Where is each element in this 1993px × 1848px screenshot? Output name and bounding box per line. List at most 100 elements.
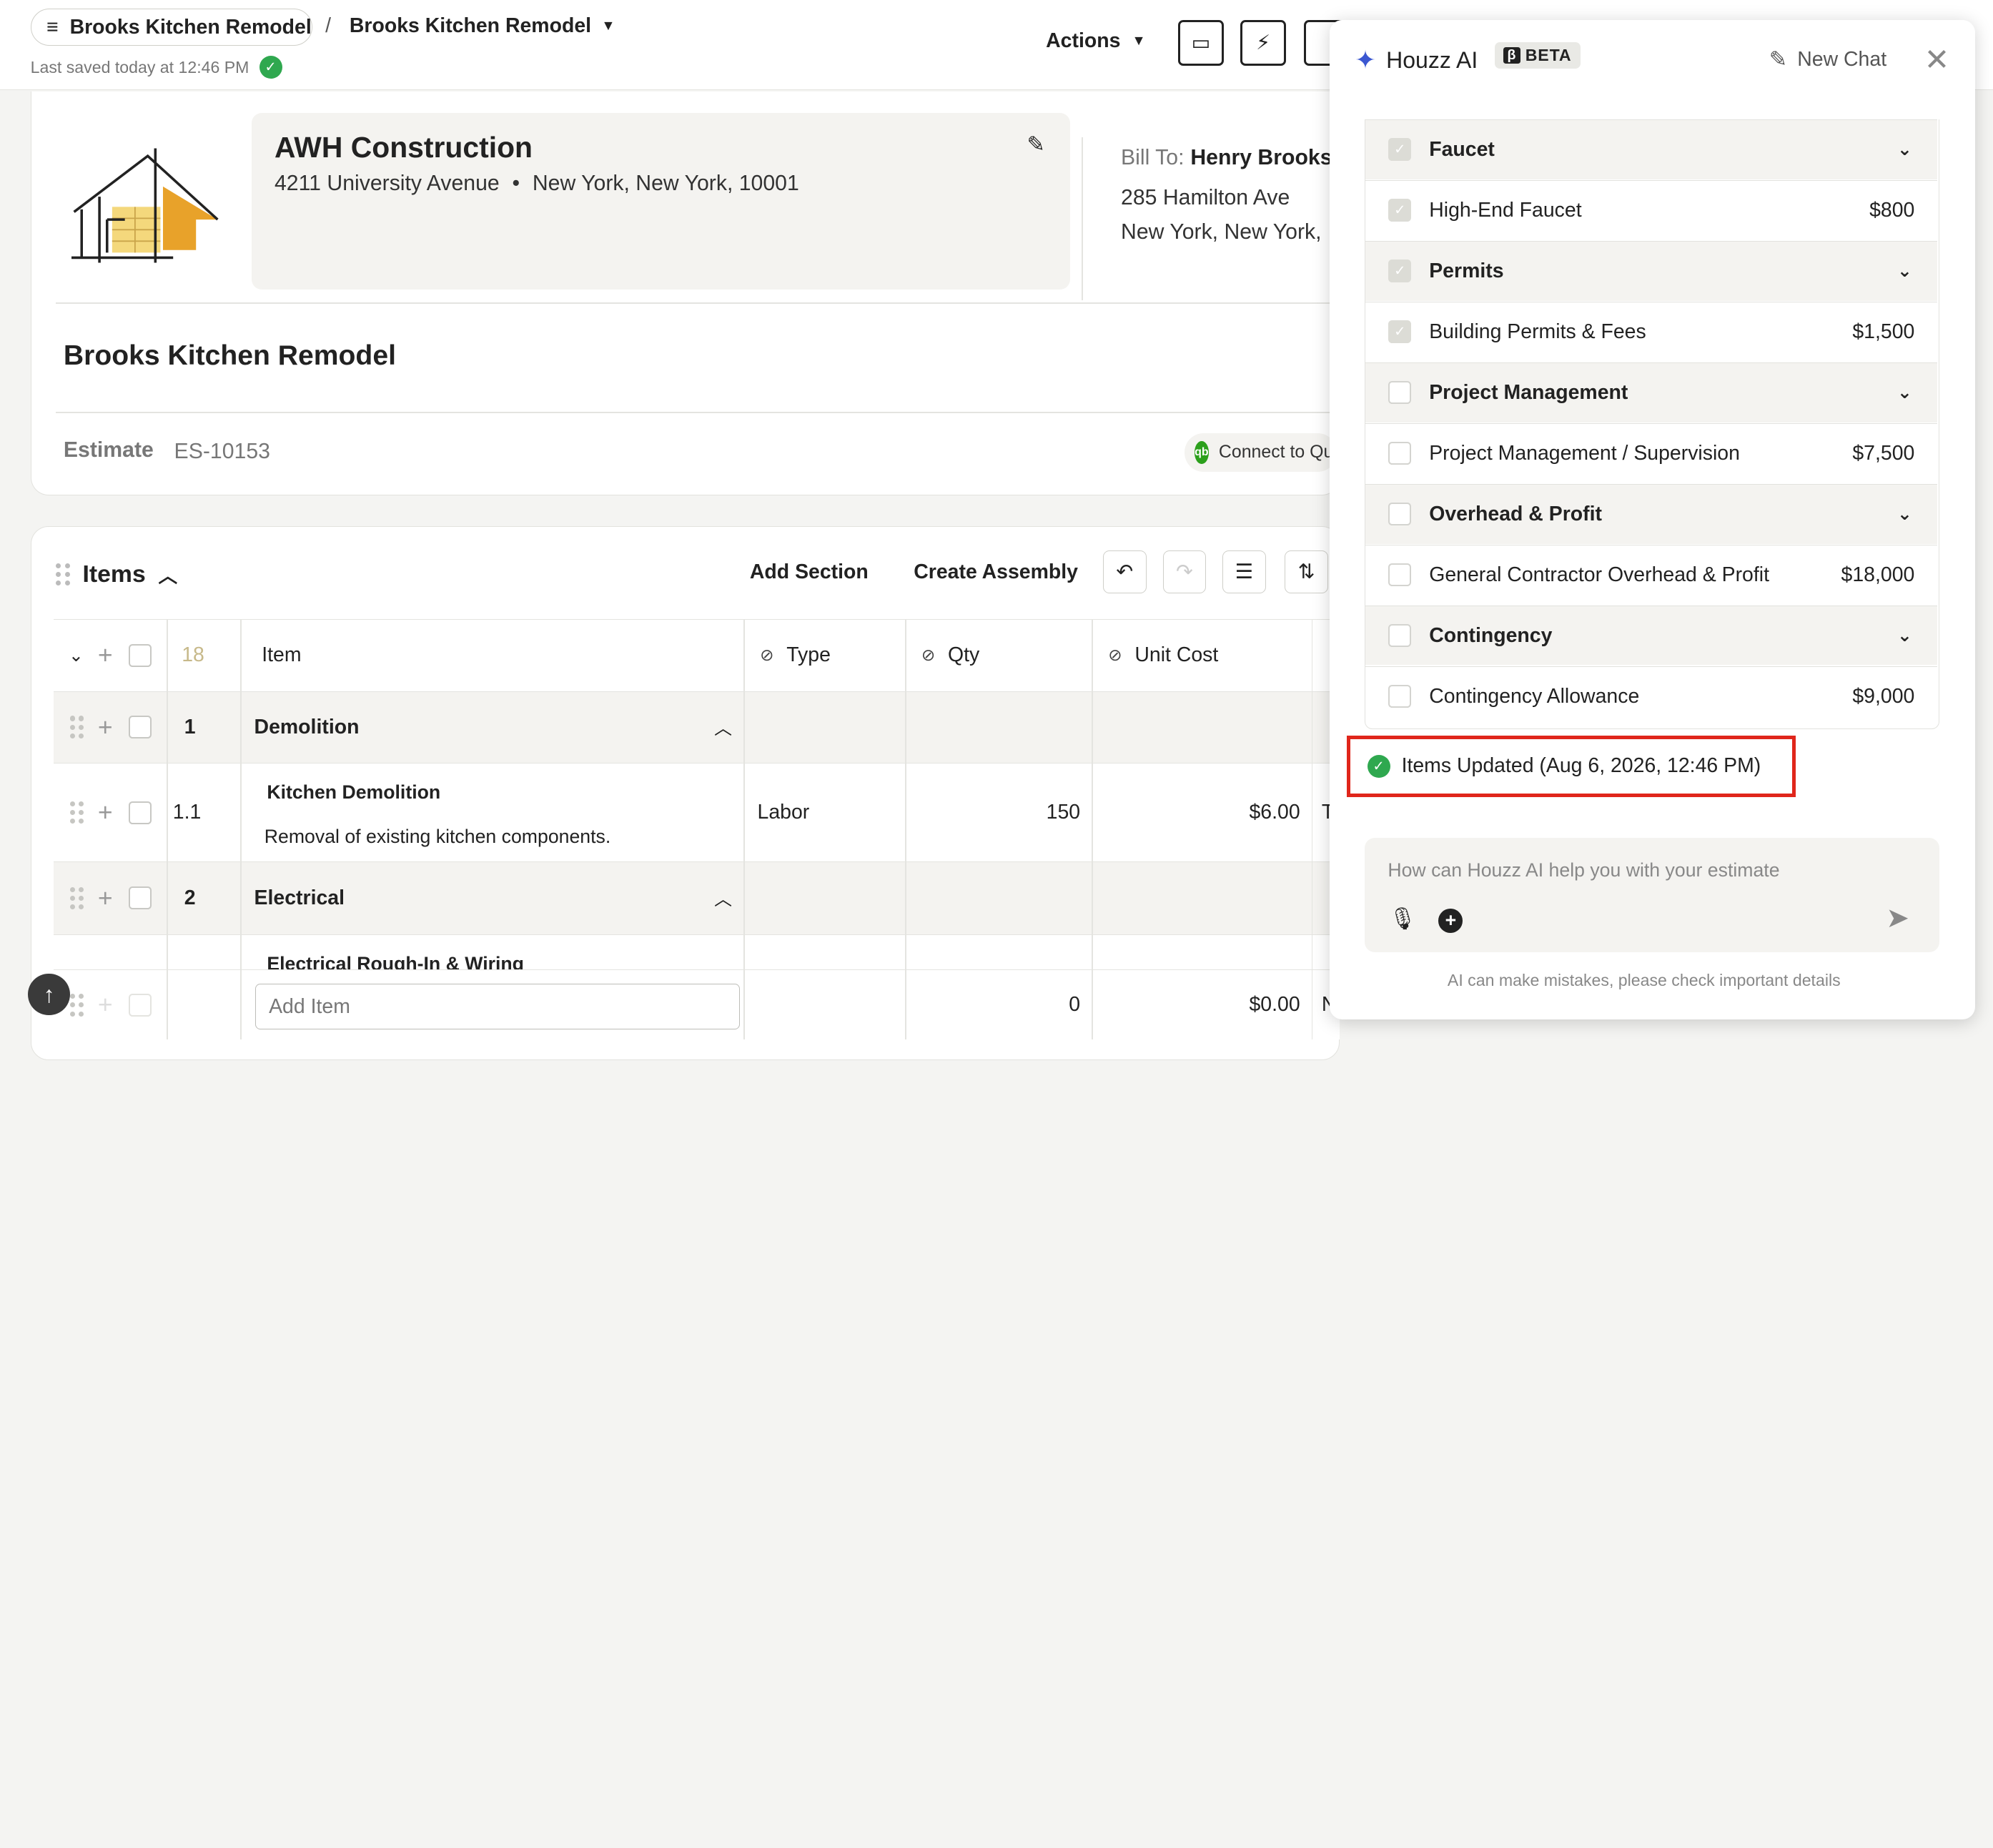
arrow-up-icon: ↑: [43, 981, 55, 1007]
eye-off-icon[interactable]: ⊘: [760, 646, 773, 665]
ai-row-amount: $1,500: [1852, 320, 1915, 343]
ai-group-row[interactable]: ✓ Permits ⌄: [1365, 241, 1938, 301]
comment-button[interactable]: ▭: [1178, 20, 1225, 66]
estimate-label: Estimate: [63, 438, 154, 463]
table-row[interactable]: + 1 Demolition ︿: [53, 691, 1340, 763]
ai-row-checkbox[interactable]: ✓: [1388, 260, 1412, 283]
add-row-qty[interactable]: 0: [905, 970, 1080, 1039]
redo-icon: ↷: [1175, 560, 1193, 583]
item-description[interactable]: Removal of existing kitchen components.: [264, 826, 611, 848]
column-header-unit-cost[interactable]: ⊘ Unit Cost: [1108, 620, 1218, 691]
chevron-down-icon[interactable]: ⌄: [1897, 260, 1912, 282]
column-header-type[interactable]: ⊘ Type: [760, 620, 831, 691]
houzz-ai-panel: ✦ Houzz AI β BETA ✎ New Chat ✕ ✓ Faucet ⌄ ✓…: [1329, 20, 1975, 1019]
table-row[interactable]: + 1.1 Kitchen Demolition Removal of exis…: [53, 762, 1340, 862]
drag-handle-icon[interactable]: [69, 764, 84, 862]
row-number: 1: [184, 715, 196, 738]
ai-row-checkbox[interactable]: [1388, 442, 1412, 465]
items-heading: Items: [82, 560, 146, 588]
add-row-cost[interactable]: $0.00: [1092, 970, 1300, 1039]
column-header-item[interactable]: Item: [262, 620, 301, 691]
microphone-icon[interactable]: 🎙: [1389, 906, 1416, 932]
close-icon[interactable]: ✕: [1924, 42, 1950, 78]
line-spacing-button[interactable]: ☰: [1222, 550, 1266, 594]
send-icon[interactable]: ➤: [1886, 902, 1909, 934]
chat-input[interactable]: How can Houzz AI help you with your esti…: [1388, 859, 1779, 881]
add-section-button[interactable]: Add Section: [750, 560, 869, 584]
add-row-icon[interactable]: +: [98, 862, 113, 934]
ai-row-checkbox[interactable]: ✓: [1388, 138, 1412, 162]
chevron-up-icon[interactable]: ︿: [714, 862, 732, 934]
add-item-input[interactable]: Add Item: [255, 984, 740, 1030]
divider: [1081, 137, 1083, 300]
ai-row-checkbox[interactable]: [1388, 685, 1412, 708]
add-row-icon[interactable]: +: [98, 970, 113, 1039]
column-header-unit-cost-label: Unit Cost: [1134, 643, 1219, 667]
collapse-all-icon[interactable]: ⌄: [69, 620, 84, 691]
estimate-number[interactable]: ES-10153: [174, 440, 270, 464]
chevron-up-icon[interactable]: ︿: [159, 560, 178, 588]
breadcrumb-current[interactable]: Brooks Kitchen Remodel ▼: [350, 14, 615, 38]
ai-group-row[interactable]: Project Management ⌄: [1365, 362, 1938, 423]
item-name[interactable]: Kitchen Demolition: [267, 781, 440, 804]
drag-handle-icon[interactable]: [69, 862, 84, 934]
pencil-icon[interactable]: ✎: [1027, 132, 1044, 157]
ai-group-row[interactable]: Overhead & Profit ⌄: [1365, 483, 1938, 544]
eye-off-icon[interactable]: ⊘: [1108, 646, 1122, 665]
row-checkbox[interactable]: [128, 862, 152, 934]
row-checkbox[interactable]: [128, 764, 152, 862]
add-row-icon[interactable]: +: [98, 620, 113, 691]
ai-item-row[interactable]: ✓ Building Permits & Fees $1,500: [1365, 302, 1938, 362]
chevron-down-icon[interactable]: ⌄: [1897, 382, 1912, 403]
section-name[interactable]: Demolition: [254, 692, 360, 763]
ai-group-row[interactable]: ✓ Faucet ⌄: [1365, 119, 1938, 179]
column-settings-button[interactable]: ⇅: [1285, 550, 1328, 594]
table-row[interactable]: + 2 Electrical ︿: [53, 861, 1340, 934]
ai-row-checkbox[interactable]: [1388, 624, 1412, 648]
ai-item-row[interactable]: General Contractor Overhead & Profit $18,…: [1365, 544, 1938, 605]
table-row[interactable]: Electrical Rough-In & Wiring: [53, 934, 1340, 970]
ai-item-row[interactable]: Project Management / Supervision $7,500: [1365, 423, 1938, 483]
item-name[interactable]: Electrical Rough-In & Wiring: [267, 953, 524, 970]
add-row-icon[interactable]: +: [98, 764, 113, 862]
quick-action-button[interactable]: ⚡: [1240, 20, 1287, 66]
add-row-icon[interactable]: +: [98, 692, 113, 763]
new-chat-button[interactable]: ✎ New Chat: [1769, 47, 1886, 72]
project-menu-button[interactable]: ≡ Brooks Kitchen Remodel: [30, 9, 313, 46]
drag-handle-icon[interactable]: [69, 692, 84, 763]
select-all-checkbox[interactable]: [128, 620, 152, 691]
connect-quickbooks-button[interactable]: qb Connect to QuickBooks: [1184, 433, 1337, 472]
ai-row-checkbox[interactable]: [1388, 563, 1412, 587]
chevron-down-icon[interactable]: ⌄: [1897, 625, 1912, 646]
create-assembly-button[interactable]: Create Assembly: [914, 560, 1078, 584]
item-unit-cost[interactable]: $6.00: [1092, 764, 1300, 862]
chevron-down-icon[interactable]: ⌄: [1897, 503, 1912, 525]
add-attachment-icon[interactable]: +: [1438, 909, 1463, 933]
redo-button[interactable]: ↷: [1162, 550, 1207, 594]
eye-off-icon[interactable]: ⊘: [921, 646, 935, 665]
chevron-down-icon[interactable]: ⌄: [1897, 139, 1912, 160]
scroll-to-top-button[interactable]: ↑: [28, 973, 70, 1016]
actions-dropdown[interactable]: Actions ▼: [1046, 29, 1146, 53]
drag-handle-icon[interactable]: [56, 563, 70, 586]
column-header-qty[interactable]: ⊘ Qty: [921, 620, 979, 691]
divider: [56, 412, 1340, 413]
ai-row-checkbox[interactable]: ✓: [1388, 320, 1412, 344]
ai-row-checkbox[interactable]: ✓: [1388, 199, 1412, 222]
ai-item-row[interactable]: Contingency Allowance $9,000: [1365, 666, 1938, 726]
item-qty[interactable]: 150: [905, 764, 1080, 862]
bill-address-line1: 285 Hamilton Ave: [1121, 185, 1290, 209]
row-checkbox[interactable]: [128, 692, 152, 763]
chevron-up-icon[interactable]: ︿: [714, 692, 732, 763]
ai-item-row[interactable]: ✓ High-End Faucet $800: [1365, 180, 1938, 240]
item-type[interactable]: Labor: [758, 764, 810, 862]
row-checkbox[interactable]: [128, 970, 152, 1039]
chat-input-box[interactable]: [1365, 837, 1939, 952]
undo-button[interactable]: ↶: [1103, 550, 1147, 594]
section-name[interactable]: Electrical: [254, 862, 345, 934]
drag-handle-icon[interactable]: [69, 970, 84, 1039]
ai-row-checkbox[interactable]: [1388, 503, 1412, 526]
items-header[interactable]: Items ︿: [56, 560, 177, 588]
ai-row-checkbox[interactable]: [1388, 381, 1412, 405]
ai-group-row[interactable]: Contingency ⌄: [1365, 605, 1938, 666]
